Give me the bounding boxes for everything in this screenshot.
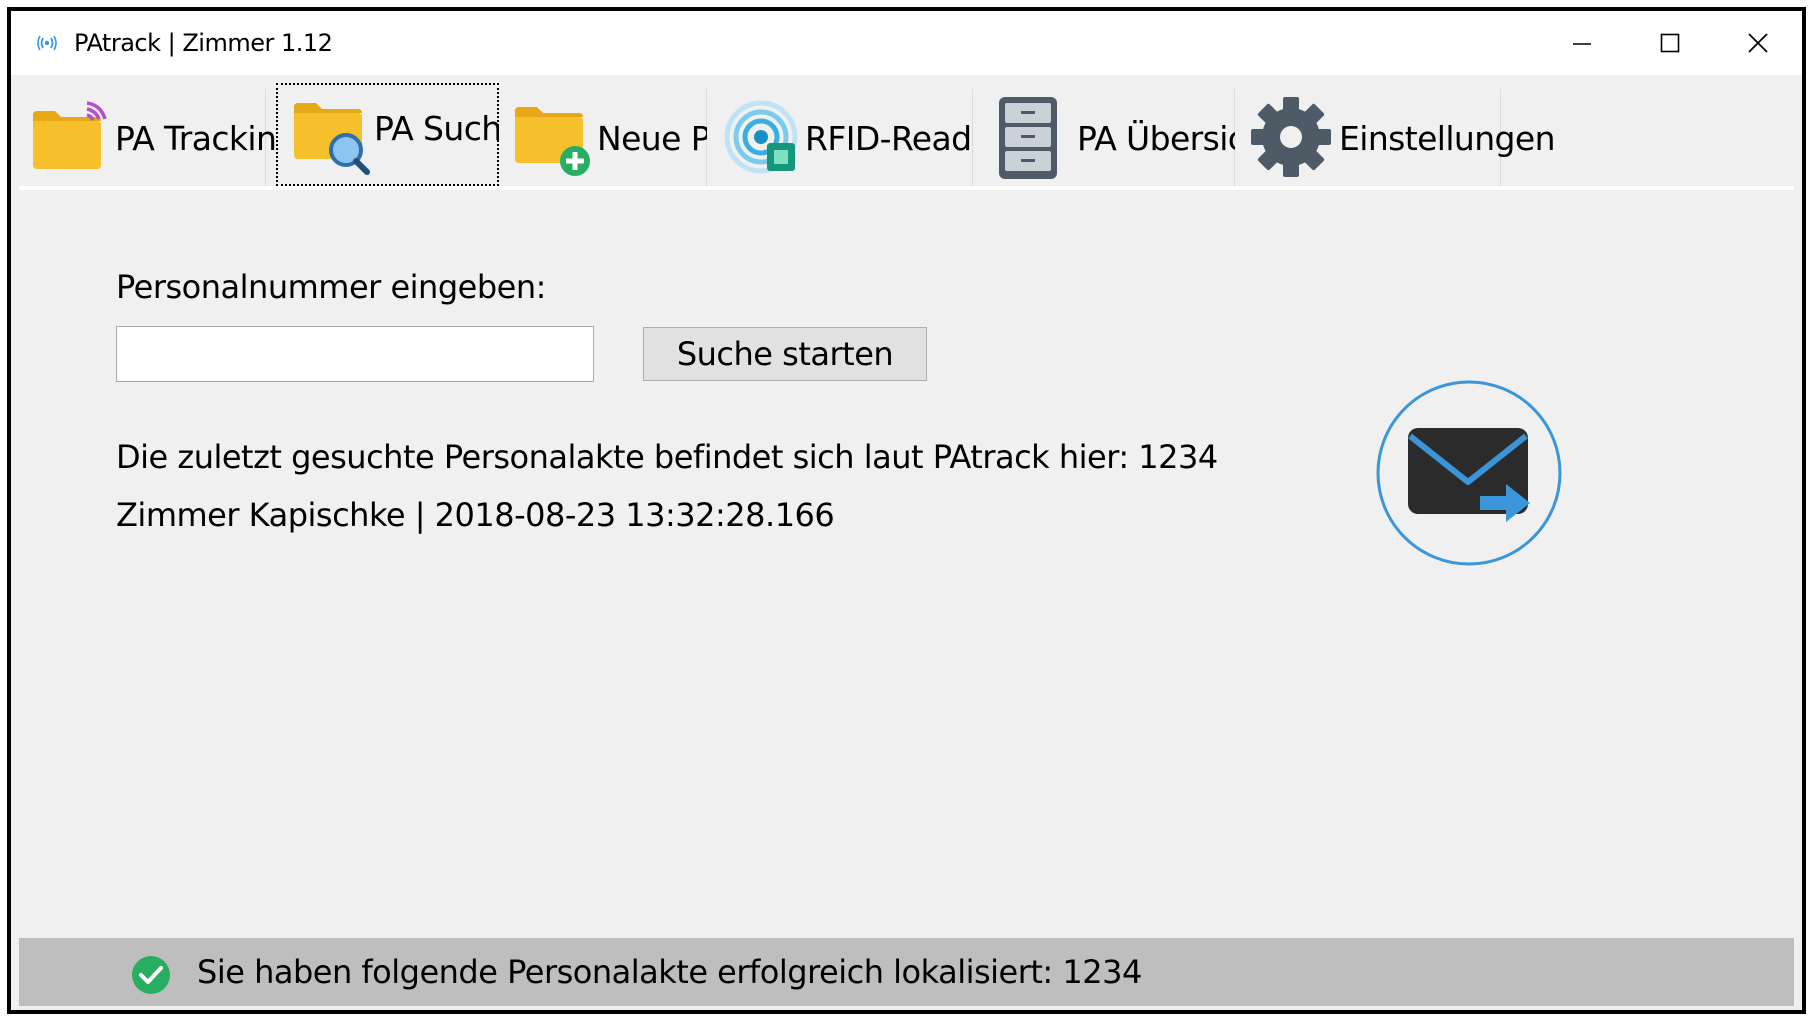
tab-label: Einstellungen xyxy=(1339,118,1556,158)
status-bar: Sie haben folgende Personalakte erfolgre… xyxy=(19,938,1794,1006)
folder-search-icon xyxy=(294,103,370,175)
personalnummer-input[interactable] xyxy=(116,326,594,382)
minimize-button[interactable] xyxy=(1538,11,1626,75)
close-icon xyxy=(1748,33,1768,53)
tab-rfid-reader[interactable]: RFID-Reader xyxy=(707,89,1005,187)
gear-icon xyxy=(1251,97,1331,177)
tab-label: PA Tracking xyxy=(115,118,297,158)
maximize-icon xyxy=(1660,33,1680,53)
personalnummer-label: Personalnummer eingeben: xyxy=(116,268,546,306)
filing-cabinet-icon xyxy=(999,97,1057,179)
result-detail-text: Zimmer Kapischke | 2018-08-23 13:32:28.1… xyxy=(116,496,835,534)
folder-add-icon xyxy=(515,107,590,176)
app-window: PAtrack | Zimmer 1.12 PA Tracking PA Suc… xyxy=(7,7,1806,1014)
close-button[interactable] xyxy=(1714,11,1802,75)
app-signal-icon xyxy=(37,35,57,51)
search-button[interactable]: Suche starten xyxy=(643,327,927,381)
result-location-text: Die zuletzt gesuchte Personalakte befind… xyxy=(116,438,1218,476)
maximize-button[interactable] xyxy=(1626,11,1714,75)
tab-pa-suche[interactable]: PA Suche xyxy=(276,83,522,186)
minimize-icon xyxy=(1573,43,1591,45)
tab-neue-pa[interactable]: Neue PA xyxy=(499,89,730,187)
tab-strip: PA Tracking PA Suche Neue PA RFID-Reader… xyxy=(19,81,1802,187)
check-circle-icon xyxy=(132,956,170,994)
tab-divider xyxy=(19,186,1794,190)
send-mail-icon[interactable] xyxy=(1374,378,1564,568)
tab-pa-tracking[interactable]: PA Tracking xyxy=(19,89,297,187)
status-message: Sie haben folgende Personalakte erfolgre… xyxy=(197,953,1142,991)
window-title: PAtrack | Zimmer 1.12 xyxy=(74,29,333,57)
folder-signal-icon xyxy=(33,101,107,169)
rfid-icon xyxy=(724,100,798,174)
tab-einstellungen[interactable]: Einstellungen xyxy=(1235,89,1556,187)
title-bar: PAtrack | Zimmer 1.12 xyxy=(11,11,1802,75)
tab-pa-uebersicht[interactable]: PA Übersicht xyxy=(973,89,1279,187)
